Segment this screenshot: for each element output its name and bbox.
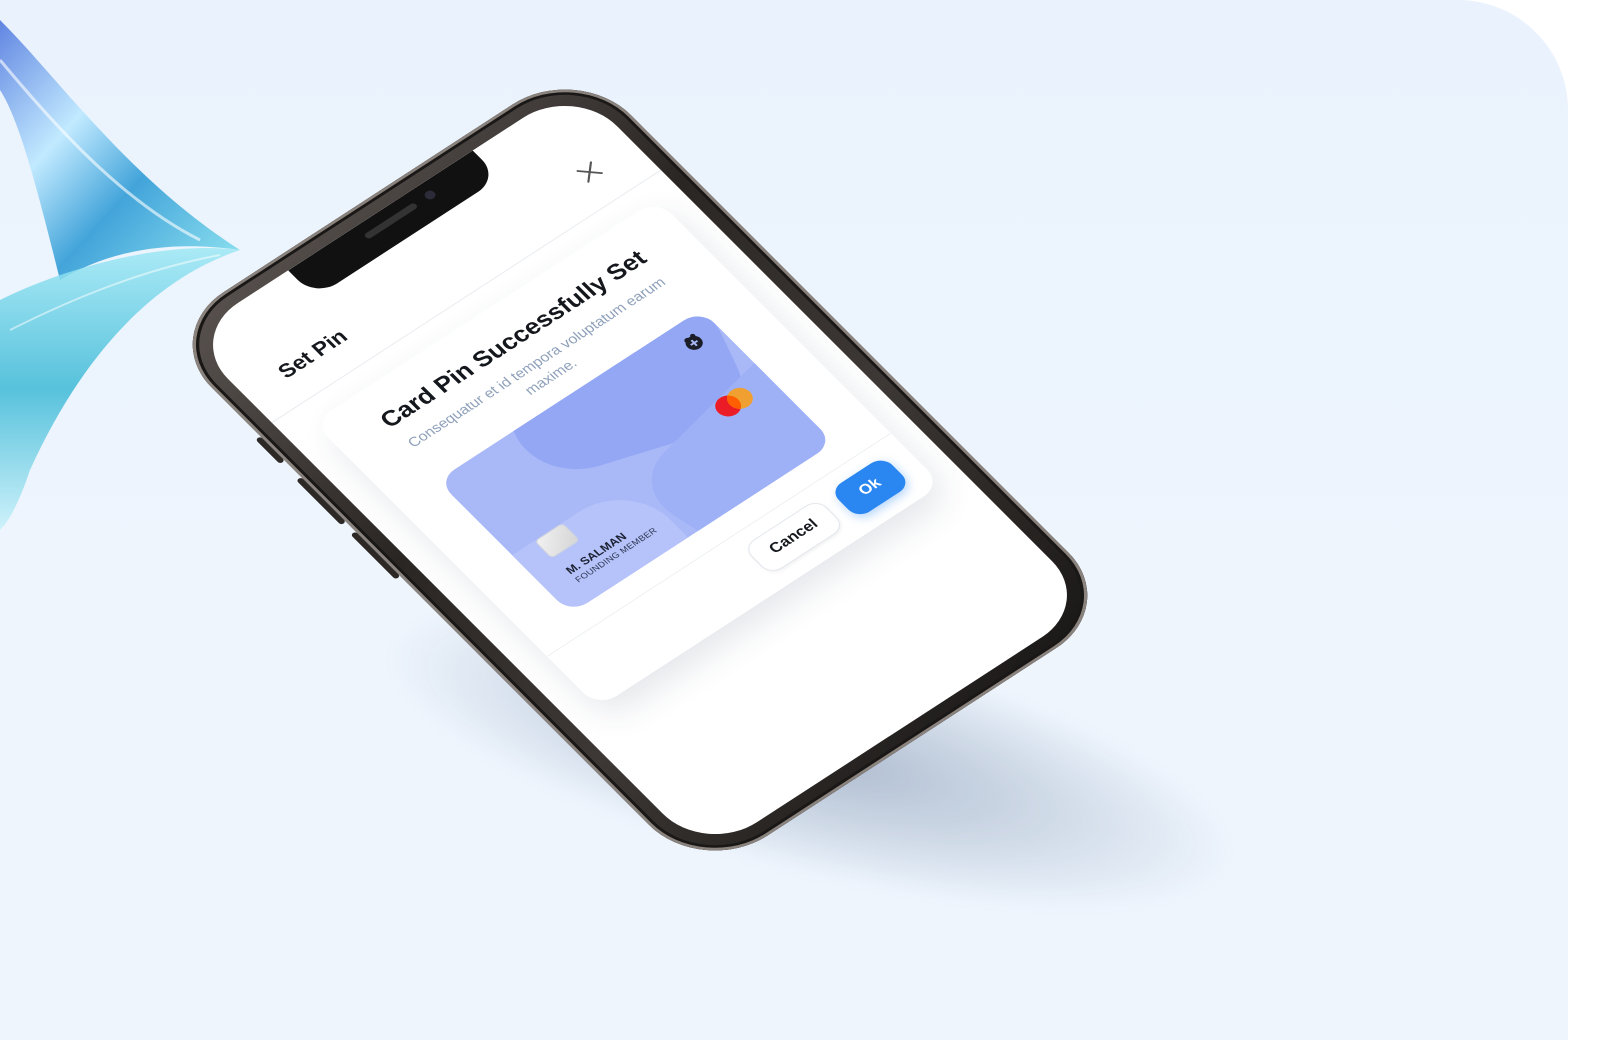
close-icon <box>576 161 603 183</box>
decorative-glass-ribbon <box>0 20 240 530</box>
front-camera <box>422 188 438 202</box>
page-title: Set Pin <box>272 324 353 383</box>
background-canvas: Set Pin Card Pin Successfully Set Conseq… <box>0 0 1568 1040</box>
close-button[interactable] <box>564 151 616 193</box>
cancel-button[interactable]: Cancel <box>742 498 847 576</box>
